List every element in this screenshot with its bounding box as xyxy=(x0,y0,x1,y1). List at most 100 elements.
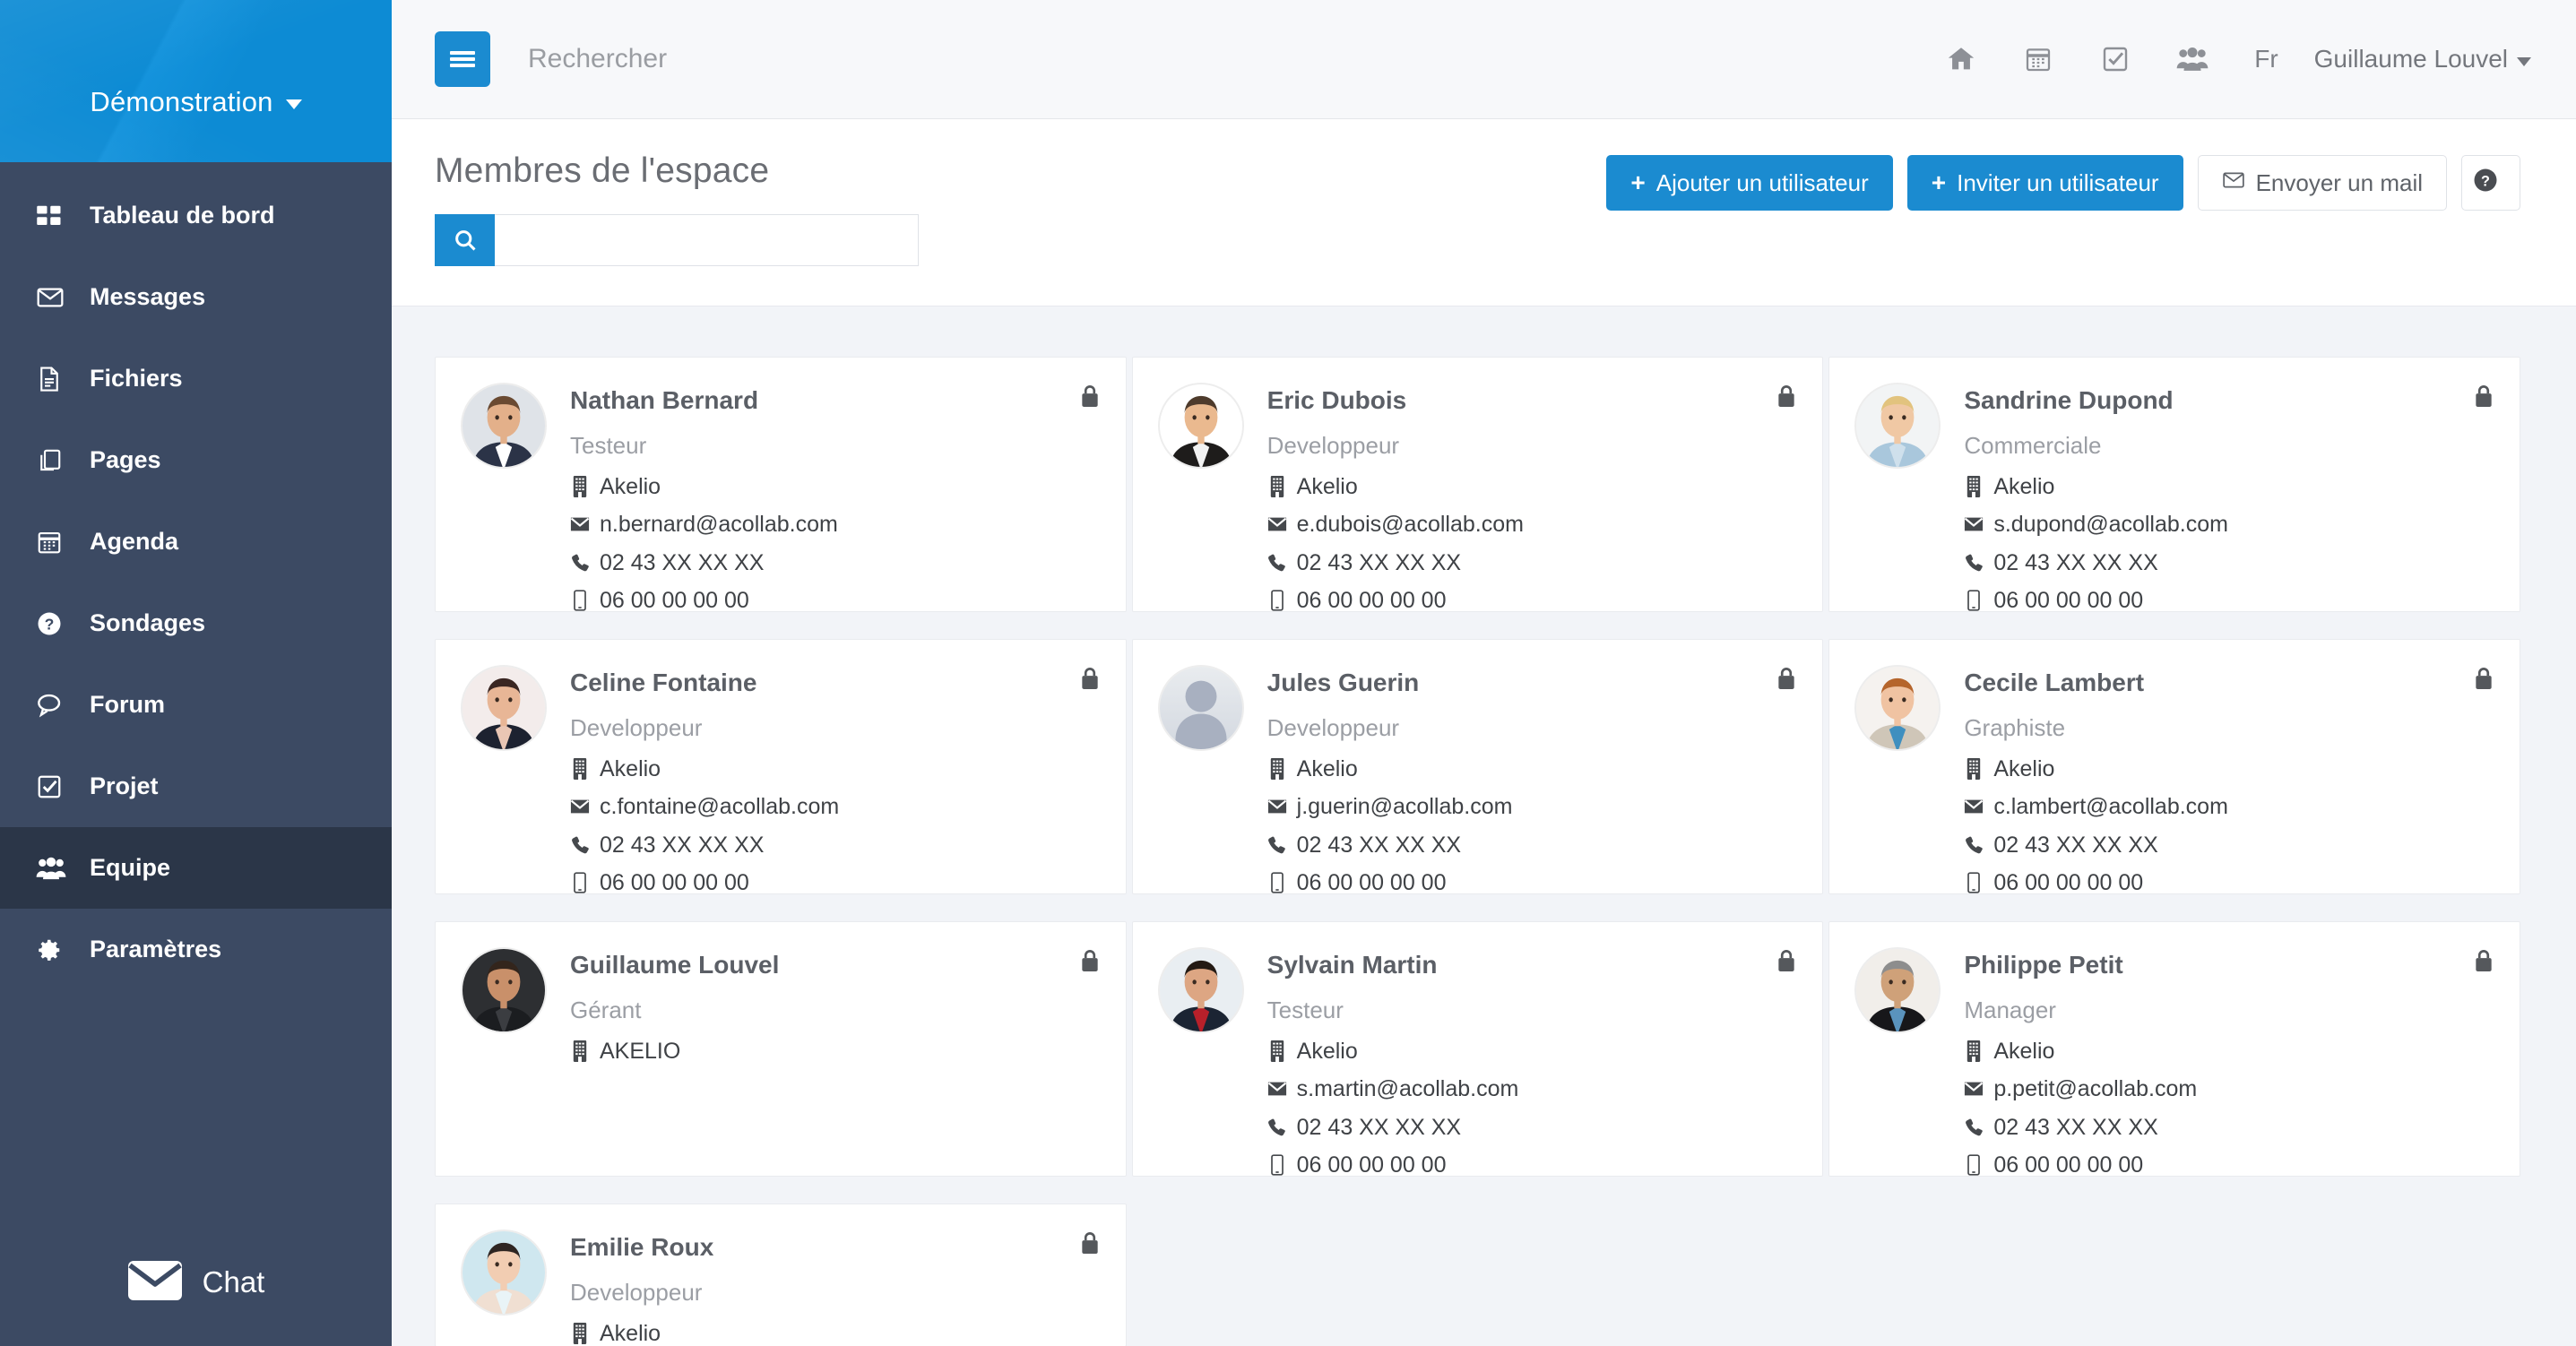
page-title: Membres de l'espace xyxy=(435,151,770,190)
workspace-brand-header[interactable]: Démonstration xyxy=(0,0,392,162)
user-menu-label: Guillaume Louvel xyxy=(2313,45,2508,73)
send-mail-button[interactable]: Envoyer un mail xyxy=(2197,155,2447,211)
page-actions: + Ajouter un utilisateur + Inviter un ut… xyxy=(1606,155,2520,211)
users-group-icon[interactable] xyxy=(2154,28,2231,91)
building-icon xyxy=(1267,1040,1287,1063)
search-icon[interactable] xyxy=(435,214,495,266)
sidebar-item-pages[interactable]: Pages xyxy=(0,419,392,501)
member-email: s.martin@acollab.com xyxy=(1296,1076,1519,1102)
member-card[interactable]: Philippe Petit Manager Akelio p.petit@acoll… xyxy=(1828,921,2520,1177)
sidebar-item-projet[interactable]: Projet xyxy=(0,746,392,827)
user-menu[interactable]: Guillaume Louvel xyxy=(2302,45,2537,73)
avatar xyxy=(1157,665,1244,751)
member-search-input[interactable] xyxy=(495,214,919,266)
avatar xyxy=(1854,383,1941,469)
member-mobile-row: 06 00 00 00 00 xyxy=(1267,1149,1796,1176)
member-details: Cecile Lambert Graphiste Akelio c.lambert@a… xyxy=(1964,665,2493,893)
member-mobile-row: 06 00 00 00 00 xyxy=(1964,584,2493,612)
sidebar-item-equipe[interactable]: Equipe xyxy=(0,827,392,909)
mobile-icon xyxy=(1267,1154,1287,1176)
envelope-icon xyxy=(1267,798,1287,815)
mobile-icon xyxy=(1267,590,1287,611)
svg-text:?: ? xyxy=(45,615,55,633)
lock-icon[interactable] xyxy=(1079,1231,1101,1261)
chat-button[interactable]: Chat xyxy=(0,1219,392,1346)
phone-icon xyxy=(1964,835,1984,855)
member-card[interactable]: Emilie Roux Developpeur Akelio xyxy=(435,1204,1127,1346)
member-email-row: c.lambert@acollab.com xyxy=(1964,790,2493,823)
member-email-row: e.dubois@acollab.com xyxy=(1267,508,1796,540)
lock-icon[interactable] xyxy=(2473,384,2494,414)
sidebar-item-label: Paramètres xyxy=(90,936,222,962)
sidebar-item-agenda[interactable]: Agenda xyxy=(0,501,392,582)
member-phone: 02 43 XX XX XX xyxy=(1993,1114,2158,1140)
member-phone: 02 43 XX XX XX xyxy=(1993,549,2158,575)
topbar-icon-group: Fr Guillaume Louvel xyxy=(1923,28,2537,91)
gear-icon xyxy=(36,936,75,963)
language-switcher[interactable]: Fr xyxy=(2231,45,2301,73)
member-email-row: s.martin@acollab.com xyxy=(1267,1073,1796,1105)
lock-icon[interactable] xyxy=(1776,384,1797,414)
member-card[interactable]: Sandrine Dupond Commerciale Akelio s.dupond… xyxy=(1828,357,2520,612)
member-card[interactable]: Celine Fontaine Developpeur Akelio c.fontai… xyxy=(435,639,1127,894)
sidebar-item-sondages[interactable]: ? Sondages xyxy=(0,582,392,664)
member-role: Developpeur xyxy=(1266,432,1400,459)
comment-bubble-icon xyxy=(36,691,75,720)
member-mobile: 06 00 00 00 00 xyxy=(1993,869,2144,894)
member-name: Jules Guerin xyxy=(1266,669,1420,696)
hamburger-menu-icon[interactable] xyxy=(435,31,490,87)
building-icon xyxy=(1964,1040,1984,1063)
mobile-icon xyxy=(570,590,590,611)
lock-icon[interactable] xyxy=(2473,667,2494,696)
check-square-icon[interactable] xyxy=(2077,28,2154,91)
lock-icon[interactable] xyxy=(1776,667,1797,696)
lock-icon[interactable] xyxy=(1079,384,1101,414)
building-icon xyxy=(570,1040,590,1063)
member-company: Akelio xyxy=(1296,1039,1358,1064)
mobile-icon xyxy=(570,872,590,893)
lock-icon[interactable] xyxy=(1079,667,1101,696)
member-phone-row: 02 43 XX XX XX xyxy=(1964,829,2493,861)
member-card[interactable]: Nathan Bernard Testeur Akelio n.bernard@aco… xyxy=(435,357,1127,612)
sidebar-item-parametres[interactable]: Paramètres xyxy=(0,909,392,990)
invite-user-button[interactable]: + Inviter un utilisateur xyxy=(1906,155,2183,211)
member-card[interactable]: Eric Dubois Developpeur Akelio e.dubois@aco… xyxy=(1131,357,1824,612)
home-icon[interactable] xyxy=(1923,28,2000,91)
mobile-icon xyxy=(1267,872,1287,893)
svg-text:?: ? xyxy=(2481,173,2490,189)
member-phone-row: 02 43 XX XX XX xyxy=(570,829,1099,861)
member-email: c.lambert@acollab.com xyxy=(1993,794,2228,820)
member-email: p.petit@acollab.com xyxy=(1993,1076,2198,1102)
lock-icon[interactable] xyxy=(1079,949,1101,979)
sidebar-item-fichiers[interactable]: Fichiers xyxy=(0,338,392,419)
member-phone: 02 43 XX XX XX xyxy=(1993,832,2158,858)
member-company: Akelio xyxy=(1993,756,2055,781)
member-card[interactable]: Sylvain Martin Testeur Akelio s.martin@acol… xyxy=(1131,921,1824,1177)
sidebar-item-forum[interactable]: Forum xyxy=(0,664,392,746)
member-mobile: 06 00 00 00 00 xyxy=(1993,587,2144,612)
search-input[interactable]: Rechercher xyxy=(528,44,1923,74)
member-phone-row: 02 43 XX XX XX xyxy=(570,547,1099,579)
member-role: Gérant xyxy=(570,997,642,1023)
calendar-icon[interactable] xyxy=(2000,28,2077,91)
member-name: Emilie Roux xyxy=(570,1233,714,1261)
sidebar-item-label: Forum xyxy=(90,691,165,718)
member-company-row: Akelio xyxy=(1267,470,1796,503)
file-text-icon xyxy=(36,366,75,393)
member-card[interactable]: Jules Guerin Developpeur Akelio j.guerin@ac… xyxy=(1131,639,1824,894)
help-circle-icon: ? xyxy=(2472,167,2499,200)
member-company-row: Akelio xyxy=(1964,1035,2493,1067)
lock-icon[interactable] xyxy=(1776,949,1797,979)
sidebar-item-messages[interactable]: Messages xyxy=(0,256,392,338)
member-email: e.dubois@acollab.com xyxy=(1296,512,1524,538)
add-user-button[interactable]: + Ajouter un utilisateur xyxy=(1606,155,1893,211)
lock-icon[interactable] xyxy=(2473,949,2494,979)
member-company-row: Akelio xyxy=(570,470,1099,503)
member-mobile-row: 06 00 00 00 00 xyxy=(1964,867,2493,894)
member-card[interactable]: Cecile Lambert Graphiste Akelio c.lambert@a… xyxy=(1828,639,2520,894)
member-card[interactable]: Guillaume Louvel Gérant AKELIO xyxy=(435,921,1127,1177)
sidebar-item-tableau-de-bord[interactable]: Tableau de bord xyxy=(0,175,392,256)
member-phone-row: 02 43 XX XX XX xyxy=(1267,829,1796,861)
member-name: Guillaume Louvel xyxy=(570,951,780,979)
help-button[interactable]: ? xyxy=(2461,155,2520,211)
